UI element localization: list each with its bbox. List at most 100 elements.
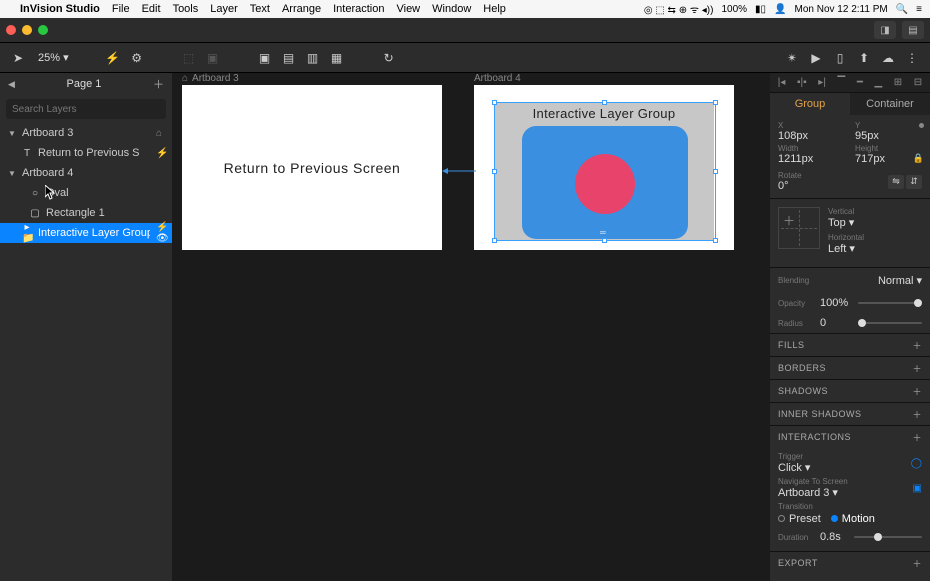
section-innershadows[interactable]: INNER SHADOWS＋ [770,403,930,425]
blend-select[interactable]: Normal ▾ [878,274,922,287]
align-group-icon[interactable]: ▦ [329,50,345,66]
bolt-icon[interactable]: ⚡ [105,50,121,66]
tree-row-return-text[interactable]: T Return to Previous S ⚡ [0,143,172,163]
traffic-lights[interactable] [6,25,48,35]
tree-row-interactive-group[interactable]: ▸ 📁 Interactive Layer Group ⚡ 👁 [0,223,172,243]
plus-icon[interactable]: ＋ [912,385,922,398]
menu-view[interactable]: View [396,3,420,15]
tree-row-artboard4[interactable]: ▼ Artboard 4 [0,163,172,183]
caret-down-icon[interactable]: ▼ [8,169,16,178]
align-r-icon[interactable]: ▸| [818,77,826,88]
align-b-icon[interactable]: ▁ [874,77,882,88]
section-interactions[interactable]: INTERACTIONS＋ [770,426,930,448]
text-layer-icon: T [22,148,32,159]
rotate-input[interactable]: 0° [778,180,802,192]
duration-slider[interactable] [854,536,922,538]
trigger-select[interactable]: Click ▾ [778,461,810,474]
circle-icon[interactable]: ◯ [911,458,922,469]
x-input[interactable]: 108px [778,130,845,142]
flip-h-icon[interactable]: ⇋ [888,175,904,189]
menu-interaction[interactable]: Interaction [333,3,384,15]
section-shadows[interactable]: SHADOWS＋ [770,380,930,402]
page-back-icon[interactable]: ◀ [8,79,15,90]
cloud-icon[interactable]: ☁ [880,50,896,66]
plus-icon[interactable]: ＋ [912,339,922,352]
tab-group[interactable]: Group [770,93,850,115]
section-fills[interactable]: FILLS＋ [770,334,930,356]
menu-edit[interactable]: Edit [142,3,161,15]
nav-select[interactable]: Artboard 3 ▾ [778,486,848,499]
refresh-icon[interactable]: ↻ [381,50,397,66]
add-page-icon[interactable]: ＋ [153,76,164,92]
duration-input[interactable]: 0.8s [820,531,846,543]
y-input[interactable]: 95px [855,130,922,142]
radio-preset[interactable]: Preset [778,513,821,525]
radius-slider[interactable] [858,322,922,324]
more-icon[interactable]: ⋮ [904,50,920,66]
canvas[interactable]: ⌂ Artboard 3 Return to Previous Screen A… [172,73,770,581]
align-top-icon[interactable]: ▣ [257,50,273,66]
tree-row-artboard3[interactable]: ▼ Artboard 3 ⌂ [0,123,172,143]
artboard-label-4[interactable]: Artboard 4 [474,73,521,84]
menu-text[interactable]: Text [250,3,270,15]
caret-down-icon[interactable]: ▼ [8,129,16,138]
plus-icon[interactable]: ＋ [912,362,922,375]
section-borders[interactable]: BORDERS＋ [770,357,930,379]
dist-h-icon[interactable]: ⊞ [894,77,902,88]
menu-icon[interactable]: ≡ [916,4,922,15]
menu-tools[interactable]: Tools [173,3,199,15]
screen-icon[interactable]: ▣ [913,483,922,494]
plus-icon[interactable]: ＋ [912,557,922,570]
play-icon[interactable]: ▶ [808,50,824,66]
radio-motion[interactable]: Motion [831,513,875,525]
section-export[interactable]: EXPORT＋ [770,552,930,574]
user-icon[interactable]: 👤 [774,4,786,15]
return-text: Return to Previous Screen [224,160,401,176]
panel-toggle-layers[interactable]: ◨ [874,21,896,39]
device-icon[interactable]: ▯ [832,50,848,66]
pin-widget[interactable]: ＋ [778,207,820,249]
zoom-level[interactable]: 25% ▾ [38,51,69,64]
tree-row-oval[interactable]: ○ Oval [0,183,172,203]
menu-file[interactable]: File [112,3,130,15]
opacity-input[interactable]: 100% [820,297,850,309]
battery-pct: 100% [721,4,747,15]
tab-container[interactable]: Container [850,93,930,115]
gear-icon[interactable]: ⚙ [129,50,145,66]
plus-icon[interactable]: ＋ [912,408,922,421]
artboard-label-3[interactable]: ⌂ Artboard 3 [182,73,239,84]
panel-toggle-library[interactable]: ▤ [902,21,924,39]
flip-v-icon[interactable]: ⇵ [906,175,922,189]
align-bot-icon[interactable]: ▥ [305,50,321,66]
bolt-eye-icon[interactable]: ⚡ 👁 [156,222,172,244]
menu-window[interactable]: Window [432,3,471,15]
upload-icon[interactable]: ⬆ [856,50,872,66]
menu-arrange[interactable]: Arrange [282,3,321,15]
align-m-icon[interactable]: ━ [857,77,863,88]
align-t-icon[interactable]: ▔ [838,77,846,88]
pointer-tool-icon[interactable]: ➤ [10,50,26,66]
search-layers-input[interactable]: Search Layers [6,99,166,119]
menu-help[interactable]: Help [483,3,506,15]
align-l-icon[interactable]: |◂ [778,77,786,88]
width-input[interactable]: 1211px [778,153,845,165]
plus-icon[interactable]: ＋ [912,431,922,444]
tree-row-rectangle[interactable]: ▢ Rectangle 1 [0,203,172,223]
align-c-icon[interactable]: ▪|▪ [797,77,807,88]
artboard-3[interactable]: Return to Previous Screen [182,85,442,250]
menu-layer[interactable]: Layer [210,3,238,15]
bolt-icon[interactable]: ⚡ [156,148,172,159]
horiz-select[interactable]: Left ▾ [828,242,922,255]
preview-ptr-icon[interactable]: ✴ [784,50,800,66]
app-name[interactable]: InVision Studio [20,3,100,15]
opacity-slider[interactable] [858,302,922,304]
page-name[interactable]: Page 1 [15,78,153,90]
align-mid-icon[interactable]: ▤ [281,50,297,66]
lock-icon[interactable]: 🔒 [913,153,924,164]
radius-input[interactable]: 0 [820,317,850,329]
spotlight-icon[interactable]: 🔍 [896,4,908,15]
home-icon[interactable]: ⌂ [156,128,172,139]
vert-select[interactable]: Top ▾ [828,216,922,229]
dist-v-icon[interactable]: ⊟ [914,77,922,88]
selection-box[interactable] [494,102,716,241]
